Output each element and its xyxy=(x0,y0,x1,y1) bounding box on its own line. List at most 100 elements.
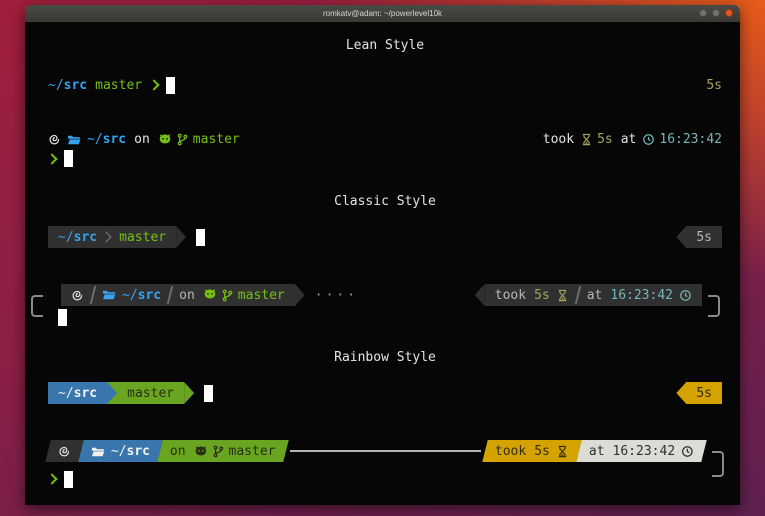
hourglass-icon xyxy=(580,133,593,146)
on-label: on xyxy=(170,444,186,459)
prompt-chevron-icon xyxy=(46,473,57,484)
block-cursor xyxy=(64,471,73,488)
window-title: romkatv@adam: ~/powerlevel10k xyxy=(323,10,442,18)
classic-prompt-2: ~/src on master ···· took 5s at xyxy=(25,284,740,328)
clock-icon xyxy=(681,445,694,458)
rainbow-left-group: ~/src on master xyxy=(45,440,288,462)
powerline-cap xyxy=(475,284,485,306)
prompt-frame-right xyxy=(712,451,724,477)
maximize-button[interactable] xyxy=(712,9,720,17)
rainbow-dir-segment: ~/src xyxy=(78,440,163,462)
command-duration: 5s xyxy=(696,386,712,401)
current-time: 16:23:42 xyxy=(612,444,675,459)
rainbow-branch-segment: on master xyxy=(157,440,288,462)
took-label: took xyxy=(495,288,526,303)
dir-prefix: ~/ xyxy=(48,78,64,93)
block-cursor xyxy=(204,385,213,402)
on-label: on xyxy=(134,132,150,147)
dir-prefix: ~/ xyxy=(58,230,74,245)
os-icon xyxy=(48,133,61,146)
terminal-window: romkatv@adam: ~/powerlevel10k Lean Style… xyxy=(25,5,740,505)
prompt-connector-line xyxy=(290,450,481,452)
lean-section-title-row: Lean Style xyxy=(25,34,740,56)
filler-dots: ···· xyxy=(315,288,358,303)
dir-name: src xyxy=(103,132,126,147)
powerline-cap xyxy=(676,382,686,404)
powerline-cap xyxy=(176,226,186,248)
section-title: Lean Style xyxy=(346,38,424,53)
section-title: Rainbow Style xyxy=(334,350,436,365)
dir-name: src xyxy=(138,288,161,303)
branch-icon xyxy=(176,133,189,146)
powerline-cap xyxy=(107,382,117,404)
segment-separator-icon xyxy=(100,231,111,242)
dir-name: src xyxy=(74,386,97,401)
branch-icon xyxy=(212,445,225,458)
current-time: 16:23:42 xyxy=(659,132,722,147)
git-branch-name: master xyxy=(238,288,285,303)
classic-prompt-2-line-1: ~/src on master ···· took 5s at xyxy=(25,284,740,306)
git-branch-name: master xyxy=(127,386,174,401)
rainbow-dir-segment: ~/src xyxy=(48,382,107,404)
command-duration: 5s xyxy=(597,132,613,147)
classic-prompt-1: ~/src master 5s xyxy=(25,226,740,248)
rainbow-branch-segment: master xyxy=(117,382,184,404)
dir-prefix: ~/ xyxy=(122,288,138,303)
powerline-cap xyxy=(676,226,686,248)
rainbow-section-title-row: Rainbow Style xyxy=(25,346,740,368)
rainbow-prompt-2-line-1: ~/src on master xyxy=(25,440,740,462)
git-branch-name: master xyxy=(95,78,142,93)
classic-left-segment: ~/src master xyxy=(48,226,176,248)
took-label: took xyxy=(543,132,574,147)
rainbow-time-segment: at 16:23:42 xyxy=(576,440,707,462)
classic-prompt-2-line-2 xyxy=(25,306,740,328)
classic-right-segment: took 5s at 16:23:42 xyxy=(485,284,702,306)
command-duration: 5s xyxy=(706,78,722,93)
took-label: took xyxy=(495,444,526,459)
rainbow-prompt-2-line-2 xyxy=(25,468,740,490)
dir-name: src xyxy=(64,78,87,93)
folder-icon xyxy=(91,444,105,458)
command-duration: 5s xyxy=(534,288,550,303)
current-time: 16:23:42 xyxy=(610,288,673,303)
powerline-cap xyxy=(184,382,194,404)
dir-prefix: ~/ xyxy=(87,132,103,147)
close-button[interactable] xyxy=(725,9,733,17)
window-titlebar[interactable]: romkatv@adam: ~/powerlevel10k xyxy=(25,5,740,22)
branch-icon xyxy=(221,289,234,302)
dir-name: src xyxy=(127,444,150,459)
at-label: at xyxy=(589,444,605,459)
dir-prefix: ~/ xyxy=(58,386,74,401)
hourglass-icon xyxy=(556,289,569,302)
octocat-icon xyxy=(158,133,172,147)
lean-prompt-1: ~/src master 5s xyxy=(25,74,740,96)
powerline-cap xyxy=(295,284,305,306)
os-icon xyxy=(71,289,84,302)
command-duration: 5s xyxy=(534,444,550,459)
block-cursor xyxy=(64,150,73,167)
rainbow-prompt-1: ~/src master 5s xyxy=(25,382,740,404)
on-label: on xyxy=(179,288,195,303)
minimize-button[interactable] xyxy=(699,9,707,17)
at-label: at xyxy=(621,132,637,147)
at-label: at xyxy=(587,288,603,303)
prompt-chevron-icon xyxy=(46,153,57,164)
prompt-frame-right xyxy=(708,295,720,317)
rainbow-duration-segment: 5s xyxy=(686,382,722,404)
block-cursor xyxy=(196,229,205,246)
rainbow-right-group: took 5s at 16:23:42 xyxy=(482,440,707,462)
segment-separator xyxy=(167,286,173,304)
terminal-screen[interactable]: Lean Style ~/src master 5s ~/src on mast… xyxy=(25,22,740,505)
block-cursor xyxy=(166,77,175,94)
lean-prompt-2: ~/src on master took 5s at 16:23:42 xyxy=(25,130,740,168)
folder-icon xyxy=(102,288,116,302)
prompt-chevron-icon xyxy=(148,79,159,90)
prompt-frame-left xyxy=(31,295,43,317)
block-cursor xyxy=(58,309,67,326)
classic-section-title-row: Classic Style xyxy=(25,190,740,212)
git-branch-name: master xyxy=(229,444,276,459)
octocat-icon xyxy=(194,444,208,458)
hourglass-icon xyxy=(556,445,569,458)
classic-left-segment: ~/src on master xyxy=(61,284,295,306)
segment-separator xyxy=(90,286,96,304)
